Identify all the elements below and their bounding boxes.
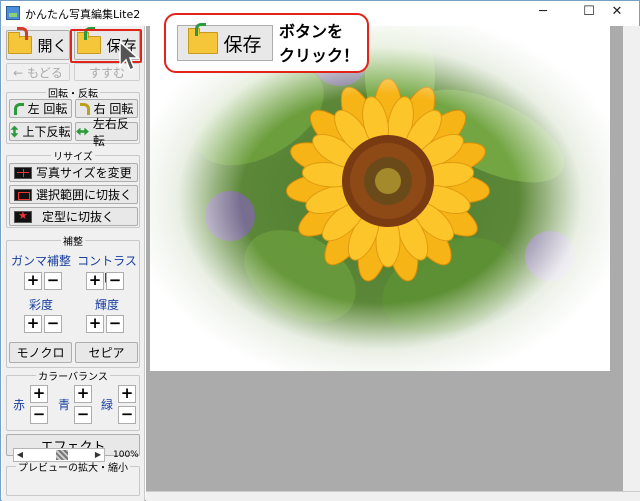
blue-channel-label: 青 <box>57 398 70 412</box>
green-plus-button[interactable]: + <box>118 385 136 403</box>
app-icon <box>6 6 20 20</box>
contrast-plus-button[interactable]: + <box>86 272 104 290</box>
monochrome-label: モノクロ <box>16 346 65 360</box>
crop-selection-button[interactable]: 選択範囲に切抜く <box>9 185 138 204</box>
resize-group-title: リサイズ <box>51 152 95 163</box>
rotate-right-icon <box>79 102 90 115</box>
sunflower-image <box>150 26 610 371</box>
zoom-slider[interactable]: ◀ ▶ <box>13 448 105 462</box>
slider-thumb[interactable] <box>56 450 68 460</box>
saturation-minus-button[interactable]: − <box>44 315 62 333</box>
app-window: かんたん写真編集Lite2 ─ ☐ ✕ 開く 保存 ← もどる すすむ 回転・反… <box>0 0 640 501</box>
contrast-minus-button[interactable]: − <box>106 272 124 290</box>
blue-plus-button[interactable]: + <box>74 385 92 403</box>
change-size-label: 写真サイズを変更 <box>36 166 132 180</box>
red-plus-button[interactable]: + <box>30 385 48 403</box>
brightness-plus-button[interactable]: + <box>86 315 104 333</box>
gamma-plus-button[interactable]: + <box>24 272 42 290</box>
crop-preset-icon <box>14 209 32 223</box>
color-balance-group-title: カラーバランス <box>36 372 110 383</box>
crop-preset-label: 定型に切抜く <box>42 210 115 224</box>
zoom-value: 100% <box>113 450 139 460</box>
callout-save-icon <box>188 23 219 54</box>
mouse-cursor-icon <box>119 41 140 72</box>
slider-right-arrow-icon[interactable]: ▶ <box>92 449 104 461</box>
callout-save-button: 保存 <box>177 23 273 61</box>
back-button-label: ← もどる <box>13 65 63 80</box>
crop-preset-button[interactable]: 定型に切抜く <box>9 207 138 226</box>
horizontal-scrollbar[interactable] <box>146 491 640 501</box>
back-button[interactable]: ← もどる <box>6 63 70 81</box>
flip-vertical-label: 上下反転 <box>22 125 71 139</box>
gamma-label: ガンマ補整 <box>10 254 71 268</box>
close-button[interactable]: ✕ <box>595 1 639 25</box>
green-channel-label: 緑 <box>100 398 113 412</box>
open-button-label: 開く <box>37 36 68 55</box>
open-button[interactable]: 開く <box>6 27 70 60</box>
blue-minus-button[interactable]: − <box>74 406 92 424</box>
monochrome-button[interactable]: モノクロ <box>9 342 72 363</box>
flip-horizontal-label: 左右反転 <box>92 116 129 148</box>
control-panel: 開く 保存 ← もどる すすむ 回転・反転 左 回転 右 回転 上下反転 <box>2 26 145 501</box>
crop-selection-label: 選択範囲に切抜く <box>36 188 133 202</box>
change-size-button[interactable]: 写真サイズを変更 <box>9 163 138 182</box>
sepia-label: セピア <box>88 346 125 360</box>
open-folder-icon <box>8 27 33 54</box>
callout-text: ボタンを クリック！ <box>279 20 369 68</box>
window-title: かんたん写真編集Lite2 <box>25 8 141 21</box>
resize-icon <box>14 166 32 179</box>
instruction-callout: 保存 ボタンを クリック！ <box>164 13 369 73</box>
callout-text-line1: ボタンを <box>279 22 344 41</box>
flip-vertical-button[interactable]: 上下反転 <box>9 122 72 141</box>
red-label: 赤 <box>12 398 25 412</box>
rotate-left-icon <box>13 102 24 115</box>
vertical-scrollbar[interactable] <box>623 26 640 492</box>
crop-selection-icon <box>14 188 32 201</box>
rotate-left-button[interactable]: 左 回転 <box>9 99 72 118</box>
preview-zoom-title: プレビューの拡大・縮小 <box>16 463 130 474</box>
saturation-label: 彩度 <box>28 298 53 312</box>
minimize-button[interactable]: ─ <box>521 1 565 25</box>
rotate-left-label: 左 回転 <box>27 102 68 116</box>
flip-vertical-icon <box>10 125 19 138</box>
preview-zoom-group: プレビューの拡大・縮小 <box>6 463 140 496</box>
gamma-minus-button[interactable]: − <box>44 272 62 290</box>
photo-preview[interactable] <box>150 26 610 371</box>
brightness-label: 輝度 <box>94 298 119 312</box>
callout-save-label: 保存 <box>223 33 262 56</box>
slider-left-arrow-icon[interactable]: ◀ <box>14 449 26 461</box>
saturation-plus-button[interactable]: + <box>24 315 42 333</box>
correction-group-title: 補整 <box>61 237 85 248</box>
flip-horizontal-icon <box>76 127 89 136</box>
green-minus-button[interactable]: − <box>118 406 136 424</box>
red-minus-button[interactable]: − <box>30 406 48 424</box>
sepia-button[interactable]: セピア <box>75 342 138 363</box>
flip-horizontal-button[interactable]: 左右反転 <box>75 117 138 148</box>
callout-text-line2: クリック！ <box>279 46 360 65</box>
brightness-minus-button[interactable]: − <box>106 315 124 333</box>
